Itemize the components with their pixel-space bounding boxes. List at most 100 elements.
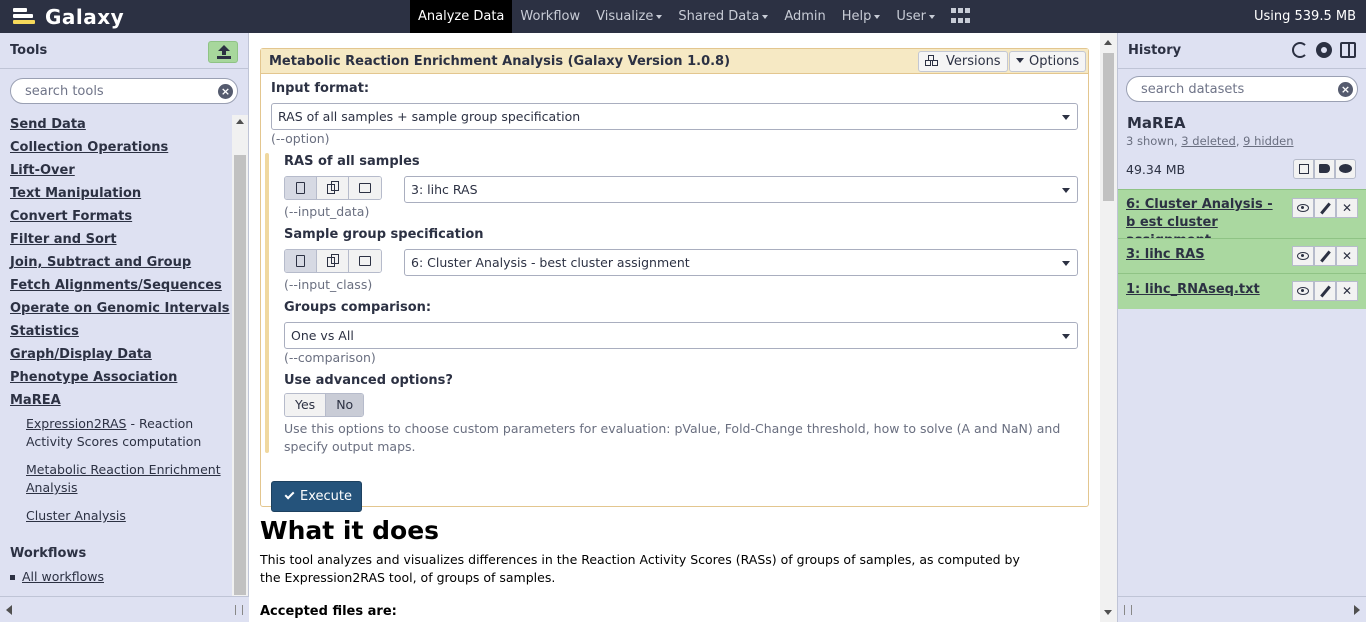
nav-user[interactable]: User	[888, 0, 943, 33]
center-scrollbar[interactable]	[1100, 33, 1117, 622]
single-dataset-button[interactable]	[285, 177, 317, 199]
tool-section-fetch-alignments[interactable]: Fetch Alignments/Sequences	[10, 278, 222, 293]
file-icon	[296, 255, 305, 267]
tool-panel-scrollbar[interactable]	[232, 115, 248, 596]
nav-visualize[interactable]: Visualize	[588, 0, 670, 33]
advanced-no-option[interactable]: No	[326, 394, 364, 416]
tool-section-statistics[interactable]: Statistics	[10, 324, 79, 339]
tool-section-collection-operations[interactable]: Collection Operations	[10, 140, 168, 155]
scroll-up-icon[interactable]	[1104, 40, 1112, 45]
group-select[interactable]: 6: Cluster Analysis - best cluster assig…	[404, 249, 1078, 276]
tool-metabolic-enrichment[interactable]: Metabolic Reaction Enrichment Analysis	[26, 461, 226, 497]
collapse-left-icon[interactable]	[6, 605, 12, 615]
scroll-thumb[interactable]	[234, 155, 246, 595]
dataset-title[interactable]: 1: lihc_RNAseq.txt	[1126, 281, 1260, 299]
collapse-right-icon[interactable]	[1354, 605, 1360, 615]
folder-icon	[359, 256, 371, 266]
view-button[interactable]	[1292, 246, 1314, 266]
tags-button[interactable]	[1314, 159, 1335, 179]
dataset-item[interactable]: 1: lihc_RNAseq.txt ✕	[1118, 273, 1366, 309]
pencil-icon	[1320, 250, 1331, 263]
nav-admin[interactable]: Admin	[776, 0, 833, 33]
tool-form-title: Metabolic Reaction Enrichment Analysis (…	[269, 54, 731, 69]
upload-button[interactable]	[208, 41, 238, 63]
tool-section-graph-display[interactable]: Graph/Display Data	[10, 347, 152, 362]
resize-grip-icon[interactable]	[235, 605, 243, 615]
main-nav: Analyze Data Workflow Visualize Shared D…	[410, 0, 978, 33]
dataset-item[interactable]: 6: Cluster Analysis - b est cluster assi…	[1118, 189, 1366, 248]
collection-button[interactable]	[349, 250, 381, 272]
brand[interactable]: Galaxy	[13, 4, 124, 29]
scroll-up-icon[interactable]	[236, 119, 244, 124]
clear-search-icon[interactable]: ×	[218, 84, 233, 99]
resize-grip-icon[interactable]	[1124, 605, 1132, 615]
tool-section-send-data[interactable]: Send Data	[10, 117, 86, 132]
count-deleted-link[interactable]: 3 deleted	[1181, 134, 1236, 148]
nav-workflow[interactable]: Workflow	[512, 0, 588, 33]
count-hidden-link[interactable]: 9 hidden	[1243, 134, 1293, 148]
tool-expression2ras[interactable]: Expression2RAS - Reaction Activity Score…	[26, 415, 226, 451]
edit-button[interactable]	[1314, 198, 1336, 218]
annotation-button[interactable]	[1335, 159, 1356, 179]
tool-section-lift-over[interactable]: Lift-Over	[10, 163, 75, 178]
history-name[interactable]: MaREA	[1127, 114, 1185, 132]
tool-search-placeholder: search tools	[25, 84, 104, 99]
delete-button[interactable]: ✕	[1336, 246, 1358, 266]
caret-down-icon	[929, 14, 936, 19]
input-format-select[interactable]: RAS of all samples + sample group specif…	[271, 103, 1078, 130]
view-button[interactable]	[1292, 198, 1314, 218]
multiple-datasets-button[interactable]	[317, 177, 349, 199]
scroll-thumb[interactable]	[1103, 53, 1114, 201]
delete-button[interactable]: ✕	[1336, 281, 1358, 301]
nav-analyze-data[interactable]: Analyze Data	[410, 0, 513, 33]
workflows-link-label: All workflows	[22, 569, 104, 584]
tool-section-text-manipulation[interactable]: Text Manipulation	[10, 186, 141, 201]
scroll-down-icon[interactable]	[1104, 610, 1112, 615]
comparison-select[interactable]: One vs All	[284, 322, 1078, 349]
input-format-help: (--option)	[271, 131, 330, 146]
advanced-yes-option[interactable]: Yes	[285, 394, 327, 416]
edit-button[interactable]	[1314, 281, 1336, 301]
tool-section-filter-and-sort[interactable]: Filter and Sort	[10, 232, 117, 247]
gear-icon[interactable]	[1316, 42, 1332, 58]
checkbox-icon	[1299, 164, 1309, 174]
view-button[interactable]	[1292, 281, 1314, 301]
dataset-title[interactable]: 3: lihc RAS	[1126, 246, 1205, 264]
edit-button[interactable]	[1314, 246, 1336, 266]
options-button[interactable]: Options	[1009, 51, 1087, 72]
dataset-actions: ✕	[1292, 281, 1358, 301]
close-icon: ✕	[1341, 201, 1353, 215]
all-workflows-link[interactable]: All workflows	[10, 569, 104, 584]
tool-section-genomic-intervals[interactable]: Operate on Genomic Intervals	[10, 301, 230, 316]
tool-section-marea[interactable]: MaREA	[10, 393, 61, 408]
tool-cluster-analysis[interactable]: Cluster Analysis	[26, 507, 226, 525]
nav-help[interactable]: Help	[834, 0, 889, 33]
nav-label: Workflow	[520, 9, 581, 24]
apps-grid-icon	[951, 8, 971, 25]
nav-shared-data[interactable]: Shared Data	[670, 0, 776, 33]
nav-apps[interactable]	[943, 0, 978, 33]
collection-button[interactable]	[349, 177, 381, 199]
tool-form-header: Metabolic Reaction Enrichment Analysis (…	[261, 49, 1088, 74]
tool-section-join-subtract-group[interactable]: Join, Subtract and Group	[10, 255, 191, 270]
columns-icon[interactable]	[1340, 42, 1356, 58]
dataset-item[interactable]: 3: lihc RAS ✕	[1118, 238, 1366, 273]
ras-select[interactable]: 3: lihc RAS	[404, 176, 1078, 203]
select-datasets-button[interactable]	[1293, 159, 1314, 179]
history-search-input[interactable]: search datasets ×	[1126, 76, 1358, 102]
tool-section-convert-formats[interactable]: Convert Formats	[10, 209, 132, 224]
execute-button[interactable]: Execute	[271, 481, 362, 512]
delete-button[interactable]: ✕	[1336, 198, 1358, 218]
quota-meter[interactable]: Using 539.5 MB	[1254, 0, 1356, 33]
cubes-icon	[925, 55, 941, 66]
workflows-title: Workflows	[10, 546, 87, 561]
pencil-icon	[1320, 202, 1331, 215]
clear-search-icon[interactable]: ×	[1338, 82, 1353, 97]
refresh-icon[interactable]	[1292, 42, 1308, 58]
multiple-datasets-button[interactable]	[317, 250, 349, 272]
versions-button[interactable]: Versions	[918, 51, 1008, 72]
tool-section-phenotype[interactable]: Phenotype Association	[10, 370, 177, 385]
tool-search-input[interactable]: search tools ×	[10, 78, 238, 104]
single-dataset-button[interactable]	[285, 250, 317, 272]
eye-icon	[1297, 252, 1309, 260]
